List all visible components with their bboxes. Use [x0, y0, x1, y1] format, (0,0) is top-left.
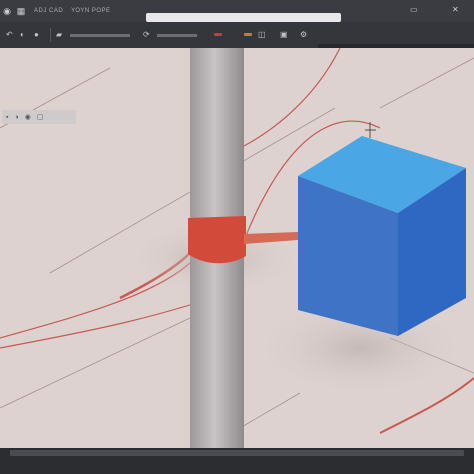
- tab-strip: ADJ CAD ΥΟΥΝ ΡΟΡΕ: [34, 8, 111, 14]
- guide-line: [379, 57, 474, 109]
- close-icon[interactable]: ✕: [452, 5, 459, 14]
- tab-document-2[interactable]: ΥΟΥΝ ΡΟΡΕ: [71, 8, 110, 14]
- status-bar: [0, 448, 474, 474]
- red-curve: [239, 48, 341, 149]
- guide-line: [0, 317, 191, 409]
- toolbar-divider: [50, 28, 51, 42]
- tab-document-1[interactable]: ADJ CAD: [34, 8, 63, 14]
- blue-cube[interactable]: [298, 136, 466, 336]
- move-icon[interactable]: ●: [34, 30, 39, 39]
- record-indicator: [214, 33, 222, 36]
- scene-canvas: [0, 48, 474, 448]
- layer-name-field[interactable]: [70, 34, 130, 37]
- guide-line: [239, 392, 301, 429]
- rotate-value-field[interactable]: [157, 34, 197, 37]
- settings-icon[interactable]: ⚙: [300, 30, 307, 39]
- timeline-strip[interactable]: [10, 450, 464, 456]
- title-bar: ◉ ▦ ADJ CAD ΥΟΥΝ ΡΟΡΕ ▭ ✕: [0, 0, 474, 22]
- rotate-icon[interactable]: ⟳: [143, 30, 150, 39]
- select-icon[interactable]: ◐: [20, 30, 25, 39]
- fit-view-icon[interactable]: ▢: [37, 113, 44, 121]
- grid-icon[interactable]: ▦: [14, 6, 28, 17]
- 3d-viewport[interactable]: ▪ ◑ ◉ ▢: [0, 48, 474, 448]
- scale-icon[interactable]: ◫: [258, 30, 266, 39]
- shading-icon[interactable]: ◑: [14, 114, 18, 121]
- red-band[interactable]: [188, 216, 246, 264]
- camera-icon[interactable]: ▣: [280, 30, 288, 39]
- view-mode-icon[interactable]: ▪: [6, 114, 8, 121]
- command-search-input[interactable]: [146, 13, 341, 22]
- view-controls: ▪ ◑ ◉ ▢: [2, 110, 76, 124]
- layer-icon[interactable]: ▰: [56, 30, 62, 39]
- undo-icon[interactable]: ↶: [6, 30, 13, 39]
- snap-indicator: [244, 33, 252, 36]
- main-toolbar: ↶ ◐ ● ▰ ⟳ ◫ ▣ ⚙: [0, 22, 474, 70]
- app-logo-icon: ◉: [3, 5, 11, 16]
- cad-app-window: ◉ ▦ ADJ CAD ΥΟΥΝ ΡΟΡΕ ▭ ✕ ↶ ◐ ● ▰ ⟳ ◫ ▣ …: [0, 0, 474, 474]
- minimize-icon[interactable]: ▭: [410, 5, 418, 14]
- zoom-icon[interactable]: ◉: [25, 113, 31, 121]
